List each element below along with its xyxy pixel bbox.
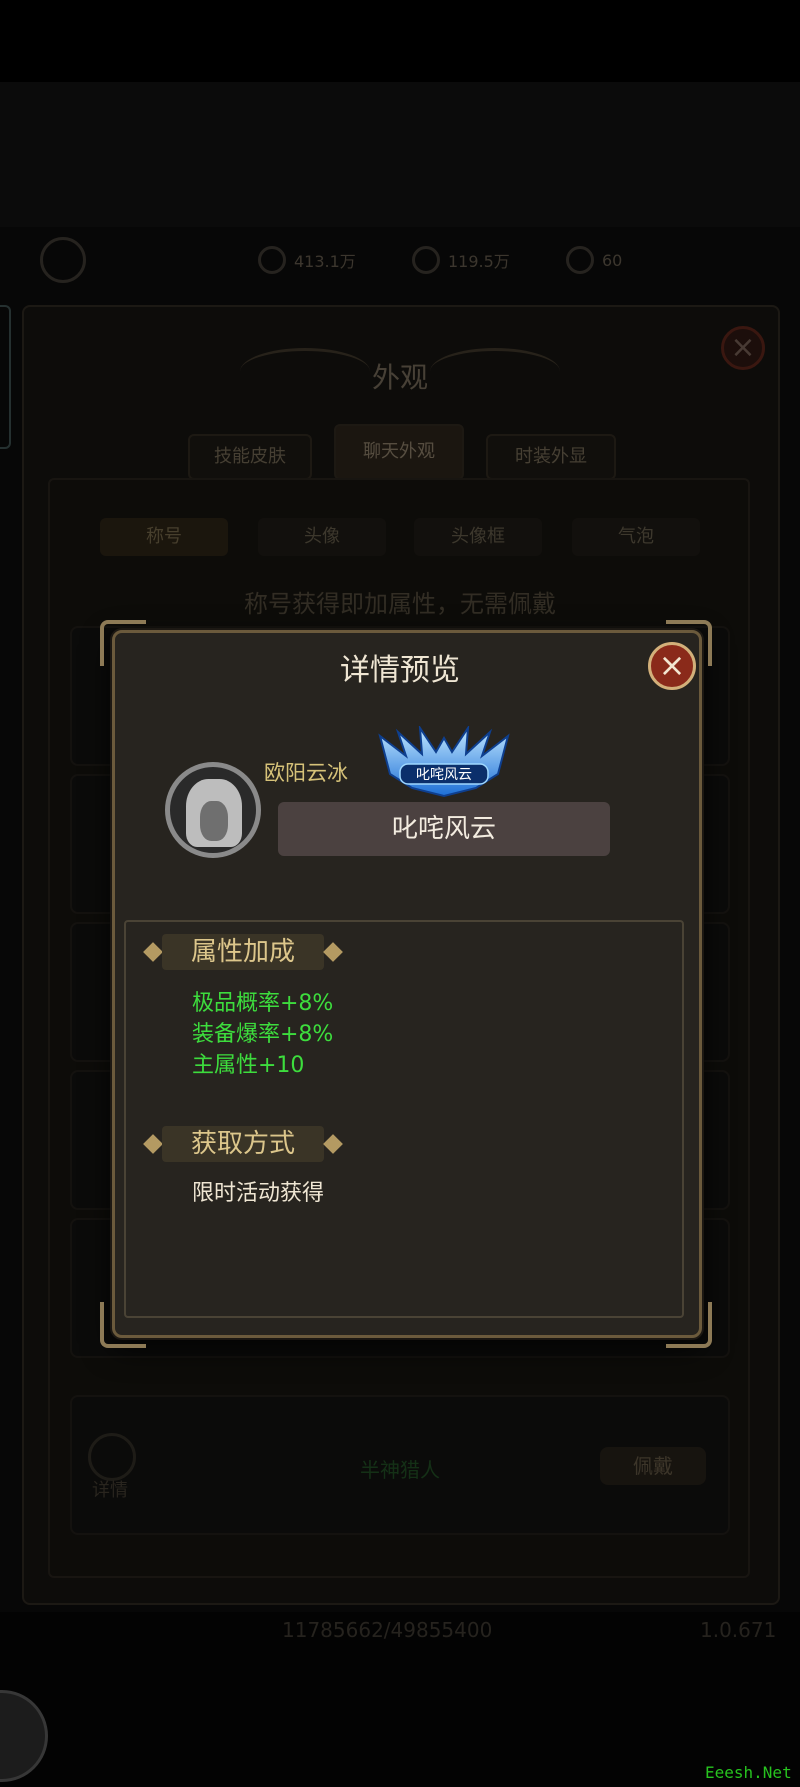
title-name-box: 叱咤风云	[278, 802, 610, 856]
title-badge-wings: 叱咤风云	[378, 726, 510, 798]
attributes-header: 属性加成	[140, 934, 345, 970]
diamond-ornament	[323, 1134, 343, 1154]
player-avatar	[165, 762, 261, 858]
attribute-line: 极品概率+8%	[192, 991, 334, 1016]
close-icon: ×	[658, 646, 686, 684]
diamond-ornament	[143, 942, 163, 962]
player-name: 欧阳云冰	[264, 761, 348, 785]
modal-title: 详情预览	[340, 653, 460, 688]
modal-corner-tl	[100, 620, 146, 666]
watermark: Eeesh.Net	[705, 1763, 792, 1782]
attribute-line: 装备爆率+8%	[192, 1022, 334, 1047]
diamond-ornament	[143, 1134, 163, 1154]
badge-text: 叱咤风云	[416, 767, 472, 783]
info-box	[124, 920, 684, 1318]
modal-close-button[interactable]: ×	[648, 642, 696, 690]
attribute-line: 主属性+10	[192, 1053, 305, 1078]
obtain-header: 获取方式	[140, 1126, 345, 1162]
obtain-method: 限时活动获得	[192, 1181, 325, 1206]
diamond-ornament	[323, 942, 343, 962]
